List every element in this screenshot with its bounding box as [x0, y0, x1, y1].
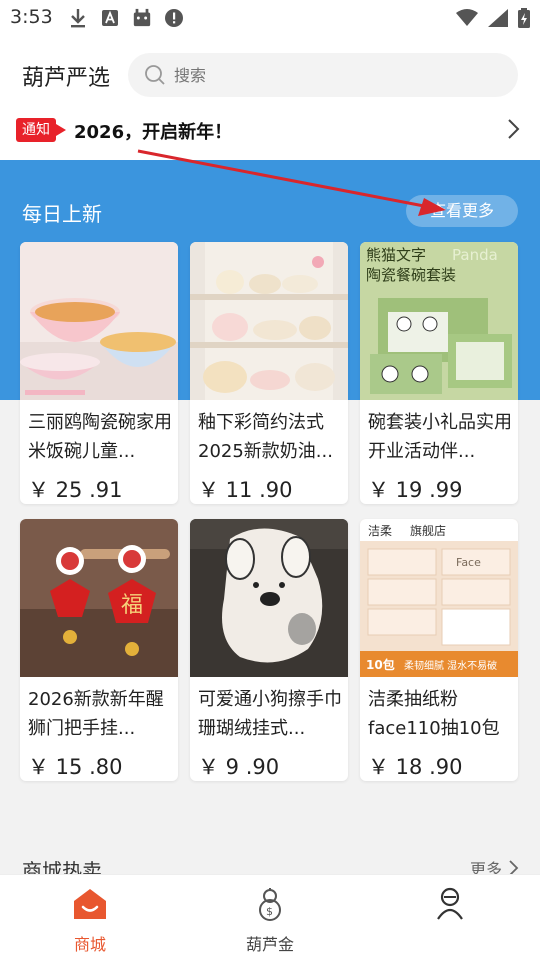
product-image: 洁柔 旗舰店 Face 10包 柔韧细腻 湿水不易破 — [360, 519, 518, 677]
product-card[interactable]: 福 2026新款新年醒狮门把手挂... ￥ 15 .80 — [20, 519, 178, 781]
tissue-count-text: 10包 — [366, 657, 395, 672]
product-price: ￥ 25 .91 — [28, 478, 123, 502]
android-icon — [132, 8, 152, 28]
panda-brand-text: Panda — [452, 246, 498, 264]
nav-item-profile[interactable] — [390, 887, 510, 931]
status-bar: 3:53 — [0, 0, 540, 36]
view-more-button[interactable]: 查看更多 — [406, 195, 518, 227]
svg-text:$: $ — [266, 905, 273, 918]
bottom-nav: 商城 $ 葫芦金 — [0, 874, 540, 961]
product-title: 碗套装小礼品实用开业活动伴... — [368, 412, 512, 462]
chevron-right-icon — [508, 119, 520, 139]
product-image — [20, 242, 178, 400]
home-icon — [74, 889, 106, 919]
search-icon — [145, 65, 165, 85]
tissue-brand-text: 洁柔 — [368, 524, 392, 538]
gourd-icon: $ — [259, 888, 281, 921]
brand-title: 葫芦严选 — [22, 66, 111, 91]
product-card[interactable]: 三丽鸥陶瓷碗家用米饭碗儿童... ￥ 25 .91 — [20, 242, 178, 504]
wifi-icon — [456, 9, 478, 31]
status-time: 3:53 — [10, 6, 53, 28]
tissue-face-text: Face — [456, 556, 481, 569]
tissue-store-text: 旗舰店 — [410, 523, 446, 538]
product-title: 2026新款新年醒狮门把手挂... — [28, 689, 164, 739]
product-title: 洁柔抽纸粉face110抽10包纸... — [368, 689, 500, 739]
app-icon — [100, 8, 120, 28]
product-card[interactable]: 可爱通小狗擦手巾珊瑚绒挂式... ￥ 9 .90 — [190, 519, 348, 781]
search-bar[interactable] — [128, 53, 518, 97]
nav-label-mall: 商城 — [73, 935, 106, 954]
battery-icon — [518, 8, 530, 32]
product-title: 釉下彩简约法式2025新款奶油... — [198, 412, 333, 462]
product-price: ￥ 18 .90 — [368, 755, 463, 779]
product-image: 福 — [20, 519, 178, 677]
section-title-daily-new: 每日上新 — [22, 202, 102, 226]
notice-tag: 通知 — [16, 118, 66, 142]
nav-item-gourd-gold[interactable]: $ 葫芦金 — [210, 887, 330, 955]
product-card[interactable]: 釉下彩简约法式2025新款奶油... ￥ 11 .90 — [190, 242, 348, 504]
profile-icon — [437, 887, 463, 920]
product-price: ￥ 11 .90 — [198, 478, 293, 502]
nav-label-gourd-gold: 葫芦金 — [245, 935, 294, 954]
product-title: 可爱通小狗擦手巾珊瑚绒挂式... — [198, 689, 342, 739]
notice-bar[interactable]: 通知 2026，开启新年！ — [0, 112, 540, 160]
product-price: ￥ 15 .80 — [28, 755, 123, 779]
product-image — [190, 519, 348, 677]
tissue-slogan-text: 柔韧细腻 湿水不易破 — [404, 659, 497, 672]
panda-title-text: 熊猫文字 — [366, 246, 426, 264]
search-input[interactable] — [172, 64, 476, 86]
product-price: ￥ 19 .99 — [368, 478, 463, 502]
alert-icon — [164, 8, 184, 28]
nav-item-mall[interactable]: 商城 — [30, 887, 150, 955]
signal-icon — [488, 9, 508, 31]
fu-text: 福 — [121, 593, 143, 618]
notice-text: 2026，开启新年！ — [74, 122, 233, 143]
download-icon — [68, 8, 88, 28]
product-image — [190, 242, 348, 400]
header: 葫芦严选 — [0, 36, 540, 112]
product-price: ￥ 9 .90 — [198, 755, 280, 779]
product-image: 熊猫文字 Panda 陶瓷餐碗套装 — [360, 242, 518, 400]
product-card[interactable]: 洁柔 旗舰店 Face 10包 柔韧细腻 湿水不易破 洁柔抽纸粉face110抽… — [360, 519, 518, 781]
product-title: 三丽鸥陶瓷碗家用米饭碗儿童... — [28, 412, 172, 462]
panda-sub-text: 陶瓷餐碗套装 — [366, 266, 456, 284]
product-card[interactable]: 熊猫文字 Panda 陶瓷餐碗套装 碗套装小礼品实用开业活动伴... ￥ 19 … — [360, 242, 518, 504]
